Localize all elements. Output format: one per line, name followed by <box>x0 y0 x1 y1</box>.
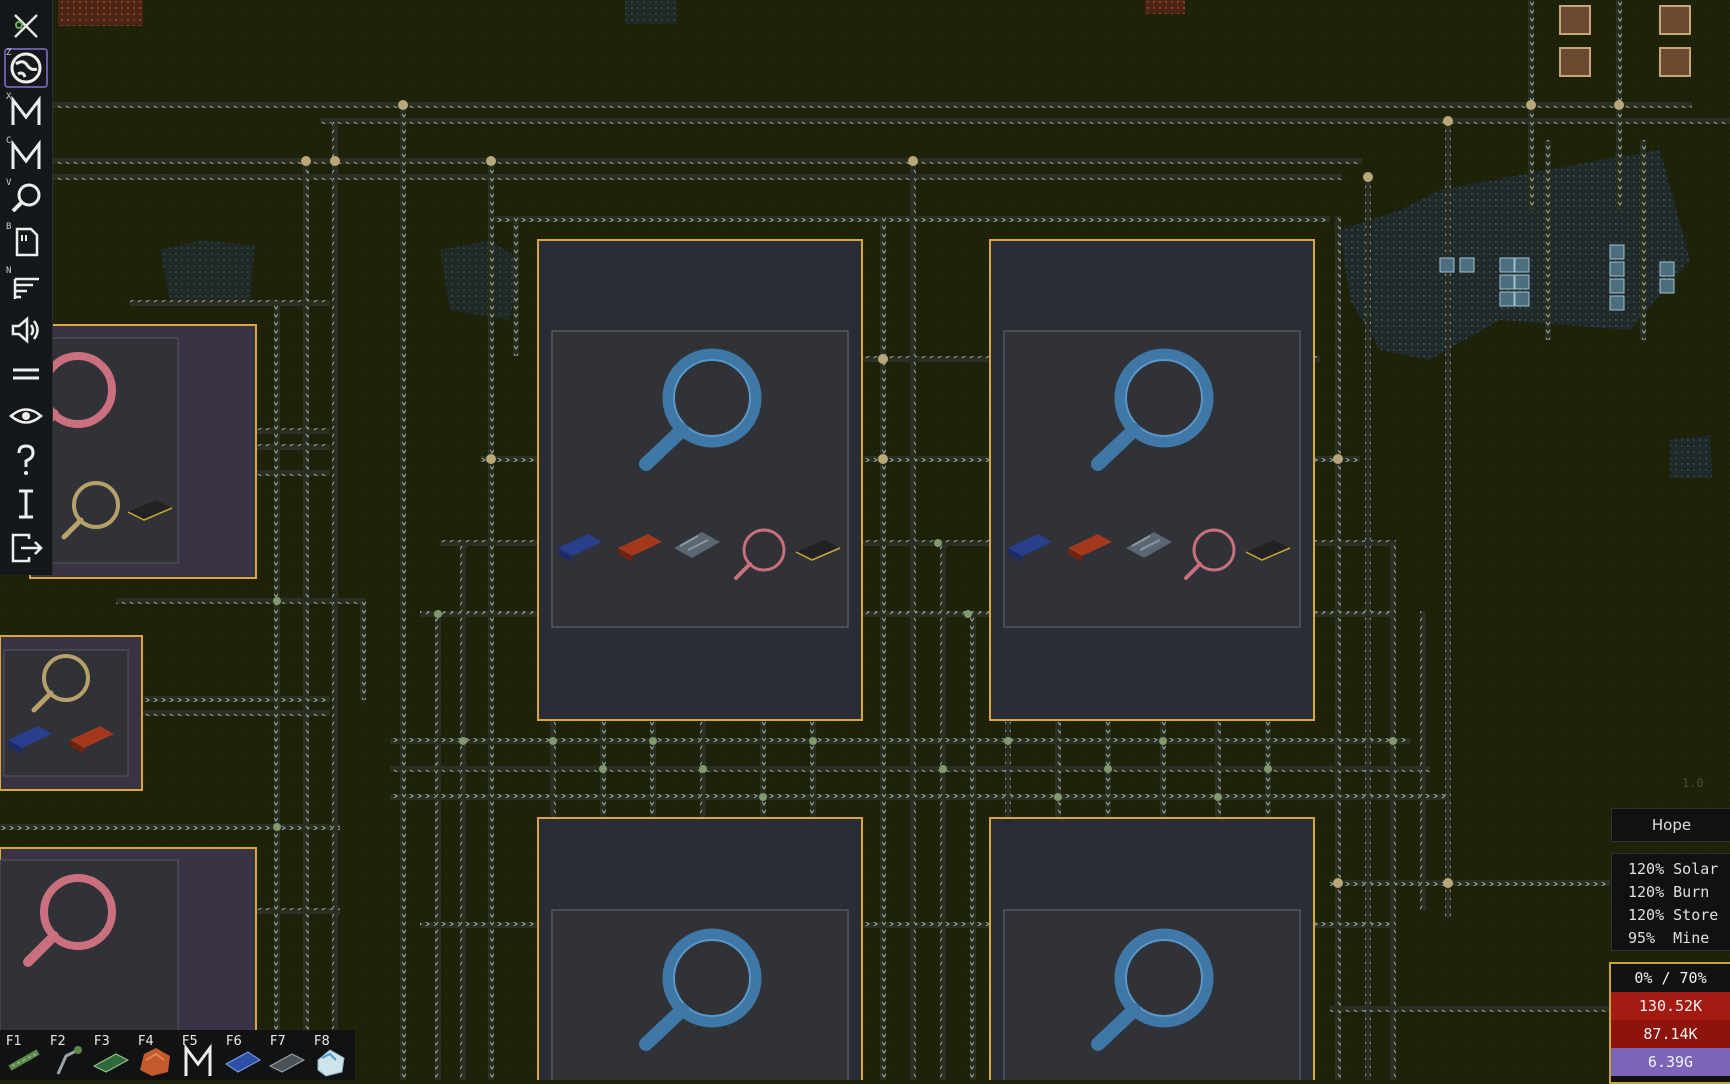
map-c-icon[interactable]: C <box>4 136 48 176</box>
factory-bottom-right <box>989 817 1315 1080</box>
multiplier-burn: 120% Burn <box>1628 883 1710 901</box>
factory-left-1 <box>28 324 257 579</box>
game-world-map[interactable] <box>0 0 1730 1080</box>
info-icon[interactable] <box>4 484 48 524</box>
planet-name: Hope <box>1651 816 1692 834</box>
exit-icon[interactable] <box>4 528 48 568</box>
hotbar-slot-f8[interactable]: F8 <box>308 1030 350 1080</box>
magnifier-icon[interactable]: V <box>4 178 48 218</box>
left-toolbar: Z X C V B N <box>0 0 53 575</box>
list-icon[interactable]: N <box>4 266 48 306</box>
hotbar-slot-f4[interactable]: F4 <box>132 1030 174 1080</box>
planet-name-panel[interactable]: Hope <box>1611 808 1730 842</box>
progress-readout: 0% / 70% <box>1611 964 1730 992</box>
drone-icon[interactable] <box>4 6 48 46</box>
menu-icon[interactable] <box>4 354 48 394</box>
resources-panel: 0% / 70% 130.52K 87.14K 6.39G <box>1609 962 1730 1084</box>
hotbar-slot-f7[interactable]: F7 <box>264 1030 306 1080</box>
resource-heat: 87.14K <box>1611 1020 1730 1048</box>
multiplier-solar: 120% Solar <box>1628 860 1719 878</box>
factory-top-right <box>989 239 1315 721</box>
hotbar-slot-f6[interactable]: F6 <box>220 1030 262 1080</box>
sound-icon[interactable] <box>4 310 48 350</box>
map-x-icon[interactable]: X <box>4 92 48 132</box>
planet-icon[interactable]: Z <box>4 48 48 88</box>
multiplier-store: 120% Store <box>1628 906 1719 924</box>
resource-power: 130.52K <box>1611 992 1730 1020</box>
factory-bottom-left <box>537 817 863 1080</box>
version-label: 1.0 <box>1682 776 1704 790</box>
factory-left-2 <box>0 635 143 791</box>
hotbar: F1 F2 F3 F4 F5 F6 F7 F8 <box>0 1030 355 1080</box>
hotbar-slot-f1[interactable]: F1 <box>0 1030 42 1080</box>
hotbar-slot-f5[interactable]: F5 <box>176 1030 218 1080</box>
hotbar-slot-f3[interactable]: F3 <box>88 1030 130 1080</box>
factory-top-left <box>537 239 863 721</box>
multiplier-mine: 95% Mine <box>1628 929 1710 947</box>
blueprint-icon[interactable]: B <box>4 222 48 262</box>
hotbar-slot-f2[interactable]: F2 <box>44 1030 86 1080</box>
help-icon[interactable] <box>4 440 48 480</box>
multipliers-panel: 120% Solar 120% Burn 120% Store 95% Mine <box>1611 853 1730 951</box>
resource-storage: 6.39G <box>1611 1048 1730 1076</box>
eye-icon[interactable] <box>4 396 48 436</box>
